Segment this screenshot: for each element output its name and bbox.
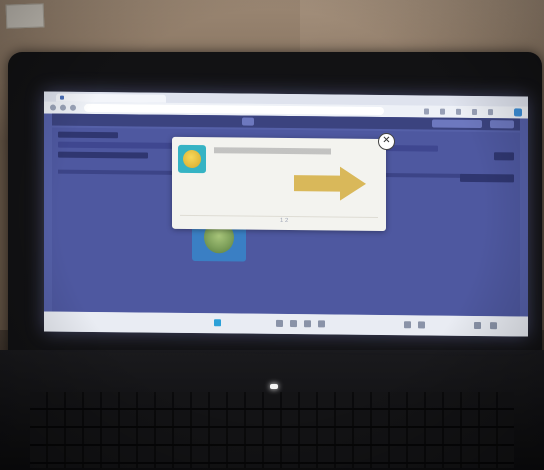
battery-icon[interactable] — [474, 321, 481, 330]
popup-badge — [178, 144, 206, 174]
extension-icon[interactable] — [514, 108, 522, 117]
coin-icon — [183, 149, 201, 169]
panel-subheading — [58, 151, 148, 159]
panel-heading — [58, 131, 118, 139]
popup-title — [214, 147, 364, 155]
power-indicator-light — [270, 384, 278, 389]
header-user-chip[interactable] — [432, 119, 482, 129]
popup-divider — [180, 214, 378, 218]
arrow-button-label — [300, 178, 340, 186]
refresh-icon[interactable] — [70, 104, 76, 111]
forward-icon[interactable] — [60, 104, 66, 111]
wifi-icon[interactable] — [404, 321, 411, 329]
volume-icon[interactable] — [418, 321, 425, 329]
wall-light-reflection — [300, 0, 544, 60]
header-logo-icon — [242, 117, 254, 126]
close-icon[interactable]: ✕ — [378, 132, 395, 151]
address-bar[interactable] — [84, 103, 384, 116]
reading-icon[interactable] — [440, 108, 445, 115]
popup-pager[interactable]: 1 2 — [280, 218, 288, 224]
folder-icon[interactable] — [290, 320, 297, 328]
search-icon[interactable] — [276, 319, 283, 327]
notification-icon[interactable] — [490, 322, 497, 330]
keyboard-rows — [30, 392, 514, 468]
collections-icon[interactable] — [456, 108, 461, 115]
congratulations-popup: 1 2 ✕ — [172, 132, 395, 232]
panel-action-button[interactable] — [460, 173, 514, 183]
header-menu-chip[interactable] — [490, 120, 514, 129]
store-icon[interactable] — [318, 320, 325, 328]
panel-controls[interactable] — [494, 152, 514, 161]
back-icon[interactable] — [50, 104, 56, 111]
wall-sticker — [5, 3, 45, 29]
windows-icon[interactable] — [214, 319, 221, 327]
menu-icon[interactable] — [488, 109, 493, 116]
share-icon[interactable] — [472, 108, 477, 116]
edge-icon[interactable] — [304, 320, 311, 328]
laptop-screen: 1 2 ✕ — [44, 91, 528, 337]
tab-favicon-icon — [60, 95, 64, 100]
favorites-icon[interactable] — [424, 108, 429, 115]
